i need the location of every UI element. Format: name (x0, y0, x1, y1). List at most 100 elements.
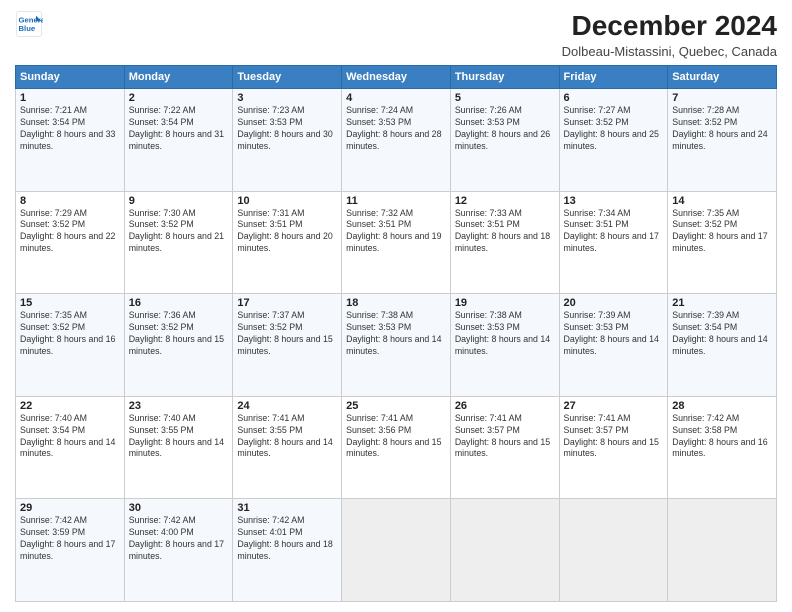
calendar-table: Sunday Monday Tuesday Wednesday Thursday… (15, 65, 777, 602)
calendar-cell: 7Sunrise: 7:28 AM Sunset: 3:52 PM Daylig… (668, 89, 777, 192)
header-wednesday: Wednesday (342, 66, 451, 89)
calendar-cell: 13Sunrise: 7:34 AM Sunset: 3:51 PM Dayli… (559, 191, 668, 294)
day-info: Sunrise: 7:41 AM Sunset: 3:57 PM Dayligh… (455, 413, 555, 461)
week-row-3: 15Sunrise: 7:35 AM Sunset: 3:52 PM Dayli… (16, 294, 777, 397)
calendar-cell: 16Sunrise: 7:36 AM Sunset: 3:52 PM Dayli… (124, 294, 233, 397)
day-info: Sunrise: 7:35 AM Sunset: 3:52 PM Dayligh… (20, 310, 120, 358)
main-title: December 2024 (562, 10, 777, 42)
week-row-4: 22Sunrise: 7:40 AM Sunset: 3:54 PM Dayli… (16, 396, 777, 499)
calendar-cell: 26Sunrise: 7:41 AM Sunset: 3:57 PM Dayli… (450, 396, 559, 499)
day-number: 4 (346, 92, 446, 104)
day-number: 13 (564, 195, 664, 207)
day-number: 29 (20, 502, 120, 514)
day-info: Sunrise: 7:33 AM Sunset: 3:51 PM Dayligh… (455, 208, 555, 256)
day-number: 26 (455, 400, 555, 412)
day-number: 16 (129, 297, 229, 309)
day-info: Sunrise: 7:21 AM Sunset: 3:54 PM Dayligh… (20, 105, 120, 153)
header-sunday: Sunday (16, 66, 125, 89)
day-number: 14 (672, 195, 772, 207)
calendar-cell: 4Sunrise: 7:24 AM Sunset: 3:53 PM Daylig… (342, 89, 451, 192)
day-info: Sunrise: 7:38 AM Sunset: 3:53 PM Dayligh… (455, 310, 555, 358)
day-number: 2 (129, 92, 229, 104)
calendar-cell: 10Sunrise: 7:31 AM Sunset: 3:51 PM Dayli… (233, 191, 342, 294)
day-number: 10 (237, 195, 337, 207)
calendar-cell: 24Sunrise: 7:41 AM Sunset: 3:55 PM Dayli… (233, 396, 342, 499)
calendar-cell: 8Sunrise: 7:29 AM Sunset: 3:52 PM Daylig… (16, 191, 125, 294)
day-info: Sunrise: 7:30 AM Sunset: 3:52 PM Dayligh… (129, 208, 229, 256)
day-number: 22 (20, 400, 120, 412)
day-info: Sunrise: 7:42 AM Sunset: 3:58 PM Dayligh… (672, 413, 772, 461)
day-info: Sunrise: 7:29 AM Sunset: 3:52 PM Dayligh… (20, 208, 120, 256)
day-number: 18 (346, 297, 446, 309)
calendar-cell: 2Sunrise: 7:22 AM Sunset: 3:54 PM Daylig… (124, 89, 233, 192)
day-info: Sunrise: 7:42 AM Sunset: 4:00 PM Dayligh… (129, 515, 229, 563)
header-tuesday: Tuesday (233, 66, 342, 89)
week-row-2: 8Sunrise: 7:29 AM Sunset: 3:52 PM Daylig… (16, 191, 777, 294)
day-info: Sunrise: 7:37 AM Sunset: 3:52 PM Dayligh… (237, 310, 337, 358)
calendar-cell: 9Sunrise: 7:30 AM Sunset: 3:52 PM Daylig… (124, 191, 233, 294)
calendar-cell (559, 499, 668, 602)
day-number: 20 (564, 297, 664, 309)
header-monday: Monday (124, 66, 233, 89)
day-number: 27 (564, 400, 664, 412)
calendar-cell: 11Sunrise: 7:32 AM Sunset: 3:51 PM Dayli… (342, 191, 451, 294)
header-friday: Friday (559, 66, 668, 89)
calendar-cell: 25Sunrise: 7:41 AM Sunset: 3:56 PM Dayli… (342, 396, 451, 499)
day-number: 30 (129, 502, 229, 514)
calendar-cell: 17Sunrise: 7:37 AM Sunset: 3:52 PM Dayli… (233, 294, 342, 397)
day-number: 19 (455, 297, 555, 309)
calendar-cell: 28Sunrise: 7:42 AM Sunset: 3:58 PM Dayli… (668, 396, 777, 499)
day-number: 17 (237, 297, 337, 309)
day-number: 7 (672, 92, 772, 104)
day-number: 25 (346, 400, 446, 412)
calendar-cell: 3Sunrise: 7:23 AM Sunset: 3:53 PM Daylig… (233, 89, 342, 192)
day-number: 11 (346, 195, 446, 207)
calendar-cell: 30Sunrise: 7:42 AM Sunset: 4:00 PM Dayli… (124, 499, 233, 602)
header: General Blue December 2024 Dolbeau-Mista… (15, 10, 777, 59)
day-info: Sunrise: 7:40 AM Sunset: 3:55 PM Dayligh… (129, 413, 229, 461)
day-info: Sunrise: 7:40 AM Sunset: 3:54 PM Dayligh… (20, 413, 120, 461)
calendar-cell: 21Sunrise: 7:39 AM Sunset: 3:54 PM Dayli… (668, 294, 777, 397)
day-info: Sunrise: 7:23 AM Sunset: 3:53 PM Dayligh… (237, 105, 337, 153)
logo: General Blue (15, 10, 43, 38)
day-info: Sunrise: 7:42 AM Sunset: 4:01 PM Dayligh… (237, 515, 337, 563)
day-info: Sunrise: 7:42 AM Sunset: 3:59 PM Dayligh… (20, 515, 120, 563)
calendar-cell: 14Sunrise: 7:35 AM Sunset: 3:52 PM Dayli… (668, 191, 777, 294)
calendar-cell: 19Sunrise: 7:38 AM Sunset: 3:53 PM Dayli… (450, 294, 559, 397)
day-info: Sunrise: 7:35 AM Sunset: 3:52 PM Dayligh… (672, 208, 772, 256)
week-row-1: 1Sunrise: 7:21 AM Sunset: 3:54 PM Daylig… (16, 89, 777, 192)
day-number: 12 (455, 195, 555, 207)
calendar-cell (342, 499, 451, 602)
page: General Blue December 2024 Dolbeau-Mista… (0, 0, 792, 612)
day-number: 31 (237, 502, 337, 514)
day-info: Sunrise: 7:39 AM Sunset: 3:53 PM Dayligh… (564, 310, 664, 358)
day-number: 28 (672, 400, 772, 412)
day-info: Sunrise: 7:32 AM Sunset: 3:51 PM Dayligh… (346, 208, 446, 256)
day-info: Sunrise: 7:39 AM Sunset: 3:54 PM Dayligh… (672, 310, 772, 358)
day-number: 5 (455, 92, 555, 104)
day-number: 1 (20, 92, 120, 104)
day-info: Sunrise: 7:31 AM Sunset: 3:51 PM Dayligh… (237, 208, 337, 256)
day-info: Sunrise: 7:36 AM Sunset: 3:52 PM Dayligh… (129, 310, 229, 358)
day-number: 15 (20, 297, 120, 309)
logo-icon: General Blue (15, 10, 43, 38)
calendar-cell (450, 499, 559, 602)
svg-text:Blue: Blue (19, 24, 36, 33)
day-info: Sunrise: 7:27 AM Sunset: 3:52 PM Dayligh… (564, 105, 664, 153)
day-number: 8 (20, 195, 120, 207)
calendar-cell: 20Sunrise: 7:39 AM Sunset: 3:53 PM Dayli… (559, 294, 668, 397)
calendar-cell: 27Sunrise: 7:41 AM Sunset: 3:57 PM Dayli… (559, 396, 668, 499)
day-number: 23 (129, 400, 229, 412)
calendar-cell: 5Sunrise: 7:26 AM Sunset: 3:53 PM Daylig… (450, 89, 559, 192)
header-saturday: Saturday (668, 66, 777, 89)
day-info: Sunrise: 7:41 AM Sunset: 3:55 PM Dayligh… (237, 413, 337, 461)
calendar-cell: 18Sunrise: 7:38 AM Sunset: 3:53 PM Dayli… (342, 294, 451, 397)
day-info: Sunrise: 7:22 AM Sunset: 3:54 PM Dayligh… (129, 105, 229, 153)
day-info: Sunrise: 7:28 AM Sunset: 3:52 PM Dayligh… (672, 105, 772, 153)
calendar-cell (668, 499, 777, 602)
subtitle: Dolbeau-Mistassini, Quebec, Canada (562, 44, 777, 59)
calendar-cell: 29Sunrise: 7:42 AM Sunset: 3:59 PM Dayli… (16, 499, 125, 602)
calendar-cell: 12Sunrise: 7:33 AM Sunset: 3:51 PM Dayli… (450, 191, 559, 294)
header-thursday: Thursday (450, 66, 559, 89)
day-number: 3 (237, 92, 337, 104)
